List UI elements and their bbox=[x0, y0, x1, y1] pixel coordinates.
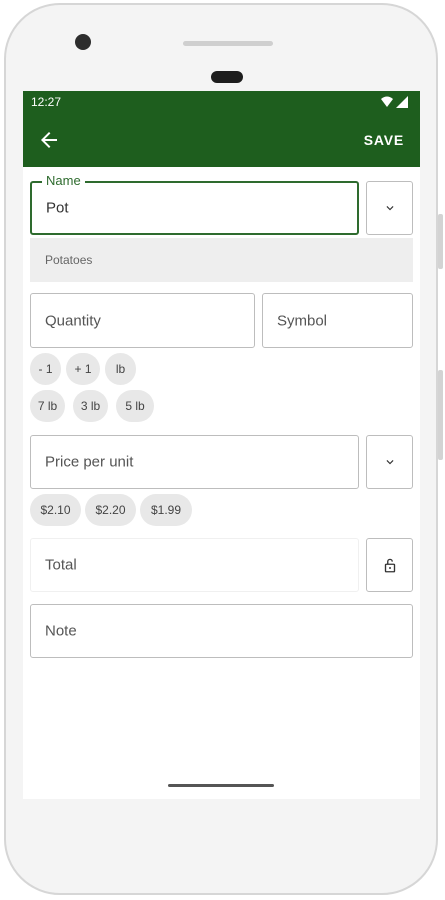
quantity-chip[interactable]: + 1 bbox=[66, 353, 100, 385]
wifi-signal-icon bbox=[381, 96, 408, 108]
lock-open-icon bbox=[384, 558, 395, 573]
note-placeholder: Note bbox=[45, 622, 77, 640]
status-time: 12:27 bbox=[31, 95, 62, 109]
price-chip[interactable]: $2.20 bbox=[85, 494, 136, 526]
price-chip[interactable]: $1.99 bbox=[140, 494, 192, 526]
lock-button[interactable] bbox=[366, 538, 413, 592]
quantity-chip[interactable]: - 1 bbox=[30, 353, 61, 385]
symbol-placeholder: Symbol bbox=[277, 312, 328, 329]
name-dropdown-button[interactable] bbox=[366, 181, 413, 235]
unit-chip[interactable]: 3 lb bbox=[73, 390, 108, 422]
total-placeholder: Total bbox=[45, 556, 77, 574]
total-field[interactable]: Total bbox=[30, 538, 359, 592]
price-per-unit-field[interactable]: Price per unit bbox=[30, 435, 359, 489]
status-bar: 12:27 bbox=[23, 91, 420, 113]
home-indicator[interactable] bbox=[168, 784, 274, 787]
unit-chip[interactable]: 7 lb bbox=[30, 390, 65, 422]
quantity-field[interactable]: Quantity bbox=[30, 293, 255, 348]
name-input-value[interactable]: Pot bbox=[46, 200, 69, 217]
name-field[interactable]: Name Pot bbox=[30, 173, 359, 235]
price-chip[interactable]: $2.10 bbox=[30, 494, 81, 526]
note-field[interactable]: Note bbox=[30, 604, 413, 658]
volume-button bbox=[438, 214, 443, 269]
proximity-sensor bbox=[211, 71, 243, 83]
quantity-placeholder: Quantity bbox=[45, 312, 101, 329]
save-button[interactable]: SAVE bbox=[364, 132, 404, 148]
price-dropdown-button[interactable] bbox=[366, 435, 413, 489]
name-field-label: Name bbox=[42, 173, 85, 188]
price-placeholder: Price per unit bbox=[45, 453, 134, 471]
chevron-down-icon bbox=[386, 460, 393, 465]
app-screen: 12:27 SAVE Name Pot Potatoes Quantity Sy… bbox=[23, 91, 420, 799]
suggestion-item[interactable]: Potatoes bbox=[30, 238, 413, 282]
app-toolbar: SAVE bbox=[23, 113, 420, 167]
front-camera bbox=[75, 34, 91, 50]
suggestion-text: Potatoes bbox=[45, 253, 93, 267]
earpiece-speaker bbox=[183, 41, 273, 46]
back-arrow-icon[interactable] bbox=[37, 128, 61, 152]
symbol-field[interactable]: Symbol bbox=[262, 293, 413, 348]
quantity-chip[interactable]: lb bbox=[105, 353, 136, 385]
power-button bbox=[438, 370, 443, 460]
unit-chip[interactable]: 5 lb bbox=[116, 390, 154, 422]
chevron-down-icon bbox=[386, 206, 393, 211]
